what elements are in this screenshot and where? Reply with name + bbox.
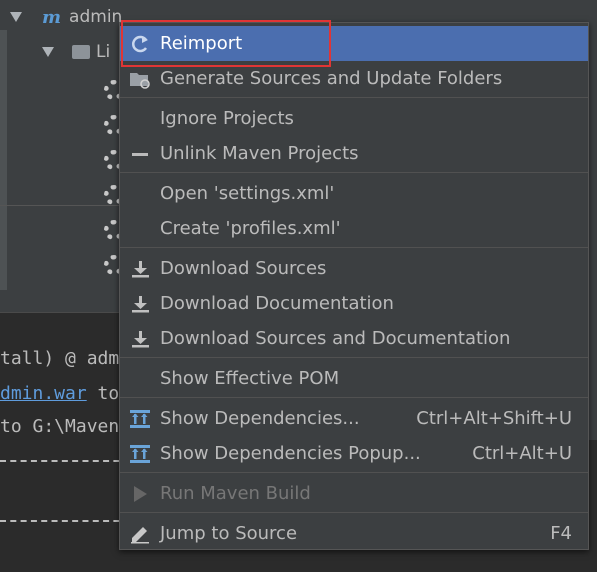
menu-item-label: Open 'settings.xml' [160, 183, 335, 204]
tree-row-admin[interactable]: m admin [10, 2, 122, 32]
menu-item-label: Reimport [160, 33, 243, 54]
console-line: tall) @ adm [0, 348, 120, 369]
menu-item-download-sources-and-documentation[interactable]: Download Sources and Documentation [120, 321, 588, 356]
divider [0, 205, 119, 206]
menu-item-reimport[interactable]: Reimport [120, 26, 588, 61]
tree-root-label: admin [69, 7, 123, 27]
menu-item-label: Run Maven Build [160, 483, 311, 504]
menu-item-generate-sources-and-update-folders[interactable]: Generate Sources and Update Folders [120, 61, 588, 96]
expand-arrow-icon[interactable] [42, 47, 54, 57]
menu-item-label: Generate Sources and Update Folders [160, 68, 503, 89]
download-icon [129, 259, 151, 279]
download-icon [129, 294, 151, 314]
scrollbar-left[interactable] [0, 30, 7, 290]
menu-item-label: Show Dependencies Popup... [160, 443, 421, 464]
menu-separator [120, 97, 588, 98]
tree-row-lifecycle[interactable]: Li [42, 37, 110, 67]
console-text: to [86, 383, 120, 404]
menu-item-label: Show Dependencies... [160, 408, 360, 429]
folder-gear-icon [72, 45, 90, 59]
menu-separator [120, 512, 588, 513]
menu-item-run-maven-build: Run Maven Build [120, 476, 588, 511]
console-line: dmin.war to [0, 383, 119, 404]
pencil-icon [129, 524, 151, 544]
tree-child-label: Li [96, 42, 111, 62]
maven-module-icon: m [42, 6, 62, 28]
menu-separator [120, 172, 588, 173]
download-icon [129, 329, 151, 349]
menu-item-unlink-maven-projects[interactable]: Unlink Maven Projects [120, 136, 588, 171]
menu-item-label: Ignore Projects [160, 108, 294, 129]
menu-item-show-dependencies-popup[interactable]: Show Dependencies Popup... Ctrl+Alt+U [120, 436, 588, 471]
menu-item-label: Download Documentation [160, 293, 394, 314]
menu-separator [120, 247, 588, 248]
menu-item-label: Show Effective POM [160, 368, 340, 389]
menu-item-create-profiles-xml[interactable]: Create 'profiles.xml' [120, 211, 588, 246]
menu-separator [120, 357, 588, 358]
menu-item-label: Unlink Maven Projects [160, 143, 359, 164]
menu-item-show-effective-pom[interactable]: Show Effective POM [120, 361, 588, 396]
console-link[interactable]: dmin.war [0, 383, 87, 404]
menu-item-label: Download Sources and Documentation [160, 328, 511, 349]
menu-item-open-settings-xml[interactable]: Open 'settings.xml' [120, 176, 588, 211]
dependencies-icon [129, 409, 151, 429]
menu-item-download-sources[interactable]: Download Sources [120, 251, 588, 286]
run-icon [129, 484, 151, 504]
menu-separator [120, 397, 588, 398]
menu-item-label: Jump to Source [160, 523, 298, 544]
expand-arrow-icon[interactable] [10, 12, 22, 22]
menu-item-shortcut: Ctrl+Alt+U [472, 443, 572, 464]
menu-item-show-dependencies[interactable]: Show Dependencies... Ctrl+Alt+Shift+U [120, 401, 588, 436]
menu-item-jump-to-source[interactable]: Jump to Source F4 [120, 516, 588, 551]
refresh-icon [129, 34, 151, 54]
minus-icon [129, 144, 151, 164]
menu-separator [120, 472, 588, 473]
dependencies-icon [129, 444, 151, 464]
menu-item-label: Download Sources [160, 258, 327, 279]
menu-item-shortcut: F4 [550, 523, 572, 544]
context-menu: Reimport Generate Sources and Update Fold… [119, 22, 589, 550]
menu-item-label: Create 'profiles.xml' [160, 218, 341, 239]
menu-item-ignore-projects[interactable]: Ignore Projects [120, 101, 588, 136]
menu-item-download-documentation[interactable]: Download Documentation [120, 286, 588, 321]
menu-item-shortcut: Ctrl+Alt+Shift+U [416, 408, 572, 429]
folder-refresh-icon [129, 69, 151, 89]
console-line: to G:\Maven [0, 416, 120, 437]
